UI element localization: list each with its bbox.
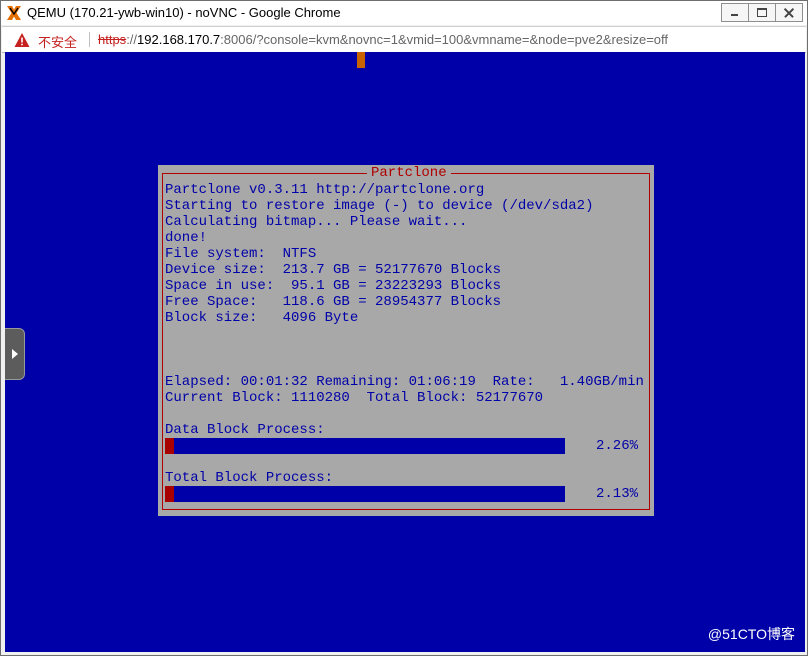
data-block-label: Data Block Process: — [165, 422, 325, 438]
dialog-title: Partclone — [367, 165, 451, 182]
data-block-progress-fill — [165, 438, 174, 454]
info-line: Space in use: 95.1 GB = 23223293 Blocks — [165, 278, 502, 294]
vnc-screen[interactable]: Partclone Partclone v0.3.11 http://partc… — [5, 52, 805, 652]
watermark: @51CTO博客 — [707, 626, 795, 642]
info-line: done! — [165, 230, 208, 246]
total-block-progress-fill — [165, 486, 174, 502]
remote-cursor — [357, 52, 365, 68]
url-scheme: https — [98, 32, 127, 47]
url-scheme-separator: :// — [126, 32, 138, 47]
partclone-dialog: Partclone Partclone v0.3.11 http://partc… — [158, 165, 654, 516]
url-path: :8006/?console=kvm&novnc=1&vmid=100&vmna… — [220, 32, 668, 47]
info-line: Device size: 213.7 GB = 52177670 Blocks — [165, 262, 502, 278]
title-bar[interactable]: QEMU (170.21-ywb-win10) - noVNC - Google… — [1, 1, 807, 25]
total-block-percent: 2.13% — [595, 486, 638, 502]
browser-window: QEMU (170.21-ywb-win10) - noVNC - Google… — [0, 0, 808, 656]
info-line: Partclone v0.3.11 http://partclone.org — [165, 182, 485, 198]
total-block-progress-bar — [165, 486, 565, 502]
window-title: QEMU (170.21-ywb-win10) - noVNC - Google… — [27, 5, 341, 20]
window-controls — [721, 3, 803, 22]
address-bar[interactable]: 不安全 https://192.168.170.7:8006/?console=… — [2, 26, 806, 53]
warning-icon[interactable] — [14, 32, 30, 48]
novnc-control-bar-handle[interactable] — [5, 328, 25, 380]
info-line: Block size: 4096 Byte — [165, 310, 359, 326]
elapsed-status-line: Elapsed: 00:01:32 Remaining: 01:06:19 Ra… — [165, 374, 644, 390]
url-host: 192.168.170.7 — [137, 32, 221, 47]
url-field[interactable]: https://192.168.170.7:8006/?console=kvm&… — [98, 32, 668, 47]
close-icon[interactable] — [775, 3, 803, 22]
data-block-progress-bar — [165, 438, 565, 454]
info-line: Starting to restore image (-) to device … — [165, 198, 594, 214]
maximize-icon[interactable] — [748, 3, 776, 22]
info-line: Calculating bitmap... Please wait... — [165, 214, 468, 230]
proxmox-x-icon — [7, 6, 21, 20]
address-divider — [89, 32, 90, 47]
block-status-line: Current Block: 1110280 Total Block: 5217… — [165, 390, 544, 406]
data-block-percent: 2.26% — [595, 438, 638, 454]
minimize-icon[interactable] — [721, 3, 749, 22]
info-line: Free Space: 118.6 GB = 28954377 Blocks — [165, 294, 502, 310]
info-line: File system: NTFS — [165, 246, 317, 262]
total-block-label: Total Block Process: — [165, 470, 334, 486]
security-status-label[interactable]: 不安全 — [38, 32, 77, 51]
